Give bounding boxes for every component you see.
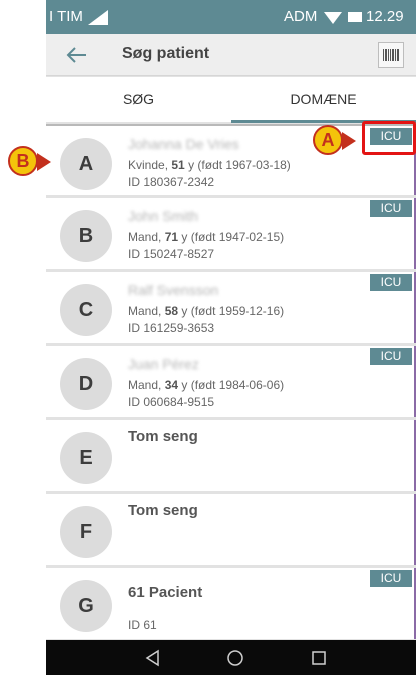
tab-domain[interactable]: DOMÆNE bbox=[231, 77, 416, 122]
system-nav-bar bbox=[46, 640, 416, 675]
patient-sex: Mand bbox=[128, 230, 159, 244]
bed-avatar: B bbox=[60, 210, 112, 262]
patient-name: 61 Pacient bbox=[128, 584, 203, 601]
back-button[interactable] bbox=[62, 40, 92, 70]
patient-name: Johanna De Vries bbox=[128, 136, 239, 152]
patient-card[interactable]: C Ralf Svensson Mand, 58 y (født 1959-12… bbox=[46, 272, 416, 343]
empty-bed-card[interactable]: E Tom seng bbox=[46, 420, 416, 491]
patient-id: ID 61 bbox=[128, 618, 157, 632]
patient-age: 71 bbox=[164, 230, 179, 244]
bed-avatar: E bbox=[60, 432, 112, 484]
bed-avatar: D bbox=[60, 358, 112, 410]
patient-age: 34 bbox=[164, 378, 179, 392]
domain-badge: ICU bbox=[370, 348, 412, 365]
patient-sex: Mand bbox=[128, 378, 159, 392]
arrow-left-icon bbox=[66, 47, 86, 63]
wifi-icon bbox=[324, 12, 342, 24]
callout-b-label: B bbox=[8, 146, 38, 176]
empty-bed-label: Tom seng bbox=[128, 428, 198, 445]
patient-birth: y (født 1984-06-06) bbox=[178, 378, 285, 392]
patient-demographics: Mand, 58 y (født 1959-12-16) bbox=[128, 304, 285, 318]
barcode-scan-button[interactable] bbox=[378, 42, 404, 68]
empty-bed-label: Tom seng bbox=[128, 502, 198, 519]
callout-a-arrow bbox=[342, 132, 356, 150]
patient-id: ID 161259-3653 bbox=[128, 321, 215, 335]
patient-name: Juan Pérez bbox=[128, 356, 199, 372]
patient-age: 51 bbox=[171, 158, 185, 172]
patient-name: Ralf Svensson bbox=[128, 282, 219, 298]
battery-icon bbox=[348, 12, 362, 22]
signal-icon bbox=[88, 10, 108, 25]
bed-avatar: F bbox=[60, 506, 112, 558]
patient-name: John Smith bbox=[128, 208, 199, 224]
nav-recent-apps-icon[interactable] bbox=[310, 649, 328, 667]
clock: 12.29 bbox=[366, 8, 404, 25]
phone-screen: I TIM ADM 12.29 Søg patient SØG DOMÆNE A… bbox=[46, 0, 416, 675]
patient-demographics: Mand, 34 y (født 1984-06-06) bbox=[128, 378, 285, 392]
app-bar: Søg patient bbox=[46, 34, 416, 76]
bed-avatar: G bbox=[60, 580, 112, 632]
tab-bar: SØG DOMÆNE bbox=[46, 77, 416, 122]
patient-card[interactable]: B John Smith Mand, 71 y (født 1947-02-15… bbox=[46, 198, 416, 269]
patient-card[interactable]: A Johanna De Vries Kvinde, 51 y (født 19… bbox=[46, 124, 416, 195]
page-title: Søg patient bbox=[122, 45, 210, 62]
nav-back-icon[interactable] bbox=[144, 649, 162, 667]
domain-badge: ICU bbox=[370, 274, 412, 291]
patient-id: ID 180367-2342 bbox=[128, 175, 215, 189]
patient-card[interactable]: D Juan Pérez Mand, 34 y (født 1984-06-06… bbox=[46, 346, 416, 417]
patient-id: ID 150247-8527 bbox=[128, 247, 215, 261]
icu-badge-highlight bbox=[362, 121, 416, 155]
bed-avatar: A bbox=[60, 138, 112, 190]
patient-age: 58 bbox=[164, 304, 179, 318]
patient-birth: y (født 1967-03-18) bbox=[184, 158, 291, 172]
empty-bed-card[interactable]: F Tom seng bbox=[46, 494, 416, 565]
barcode-icon bbox=[383, 49, 399, 61]
bed-avatar: C bbox=[60, 284, 112, 336]
status-bar: I TIM ADM 12.29 bbox=[46, 0, 416, 34]
nav-home-icon[interactable] bbox=[226, 649, 244, 667]
patient-sex: Mand bbox=[128, 304, 159, 318]
patient-birth: y (født 1947-02-15) bbox=[178, 230, 285, 244]
domain-badge: ICU bbox=[370, 200, 412, 217]
patient-card[interactable]: G 61 Pacient ID 61 ICU bbox=[46, 568, 416, 639]
patient-demographics: Mand, 71 y (født 1947-02-15) bbox=[128, 230, 285, 244]
patient-demographics: Kvinde, 51 y (født 1967-03-18) bbox=[128, 158, 291, 172]
callout-b-marker: B bbox=[8, 146, 51, 180]
patient-sex: Kvinde bbox=[128, 158, 165, 172]
carrier-label: I TIM bbox=[49, 8, 83, 25]
callout-a-label: A bbox=[313, 125, 343, 155]
callout-b-arrow bbox=[37, 153, 51, 171]
tab-search[interactable]: SØG bbox=[46, 77, 231, 122]
patient-birth: y (født 1959-12-16) bbox=[178, 304, 285, 318]
callout-a-marker: A bbox=[313, 125, 356, 159]
domain-badge: ICU bbox=[370, 570, 412, 587]
patient-id: ID 060684-9515 bbox=[128, 395, 215, 409]
network-label: ADM bbox=[284, 8, 318, 25]
